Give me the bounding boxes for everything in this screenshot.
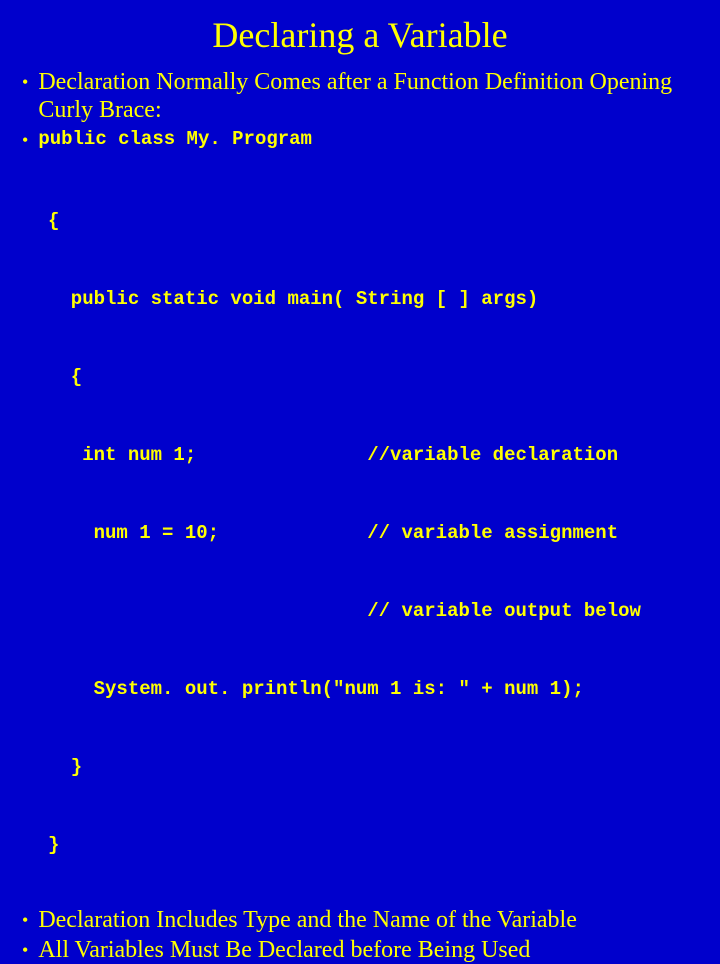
code-line: } xyxy=(48,754,700,780)
bullet-icon: • xyxy=(22,126,28,154)
bullet-code-label: public class My. Program xyxy=(38,126,312,152)
code-line: System. out. println("num 1 is: " + num … xyxy=(48,676,700,702)
spacer xyxy=(20,884,700,906)
code-line: // variable output below xyxy=(48,598,700,624)
bullet-text: Declaration Normally Comes after a Funct… xyxy=(38,68,700,124)
bullet-text: All Variables Must Be Declared before Be… xyxy=(38,936,530,964)
bullet-must-declare: • All Variables Must Be Declared before … xyxy=(20,936,700,964)
bullet-icon: • xyxy=(22,906,28,934)
code-line: } xyxy=(48,832,700,858)
bullet-icon: • xyxy=(22,68,28,96)
code-line: int num 1; //variable declaration xyxy=(48,442,700,468)
bullet-text: Declaration Includes Type and the Name o… xyxy=(38,906,577,934)
code-line: { xyxy=(48,364,700,390)
bullet-icon: • xyxy=(22,936,28,964)
code-block: { public static void main( String [ ] ar… xyxy=(48,156,700,884)
bullet-code-header: • public class My. Program xyxy=(20,126,700,154)
bullet-declaration-includes: • Declaration Includes Type and the Name… xyxy=(20,906,700,934)
code-line: { xyxy=(48,208,700,234)
code-line: num 1 = 10; // variable assignment xyxy=(48,520,700,546)
code-line: public static void main( String [ ] args… xyxy=(48,286,700,312)
bullet-declaration-position: • Declaration Normally Comes after a Fun… xyxy=(20,68,700,124)
page-title: Declaring a Variable xyxy=(20,14,700,56)
